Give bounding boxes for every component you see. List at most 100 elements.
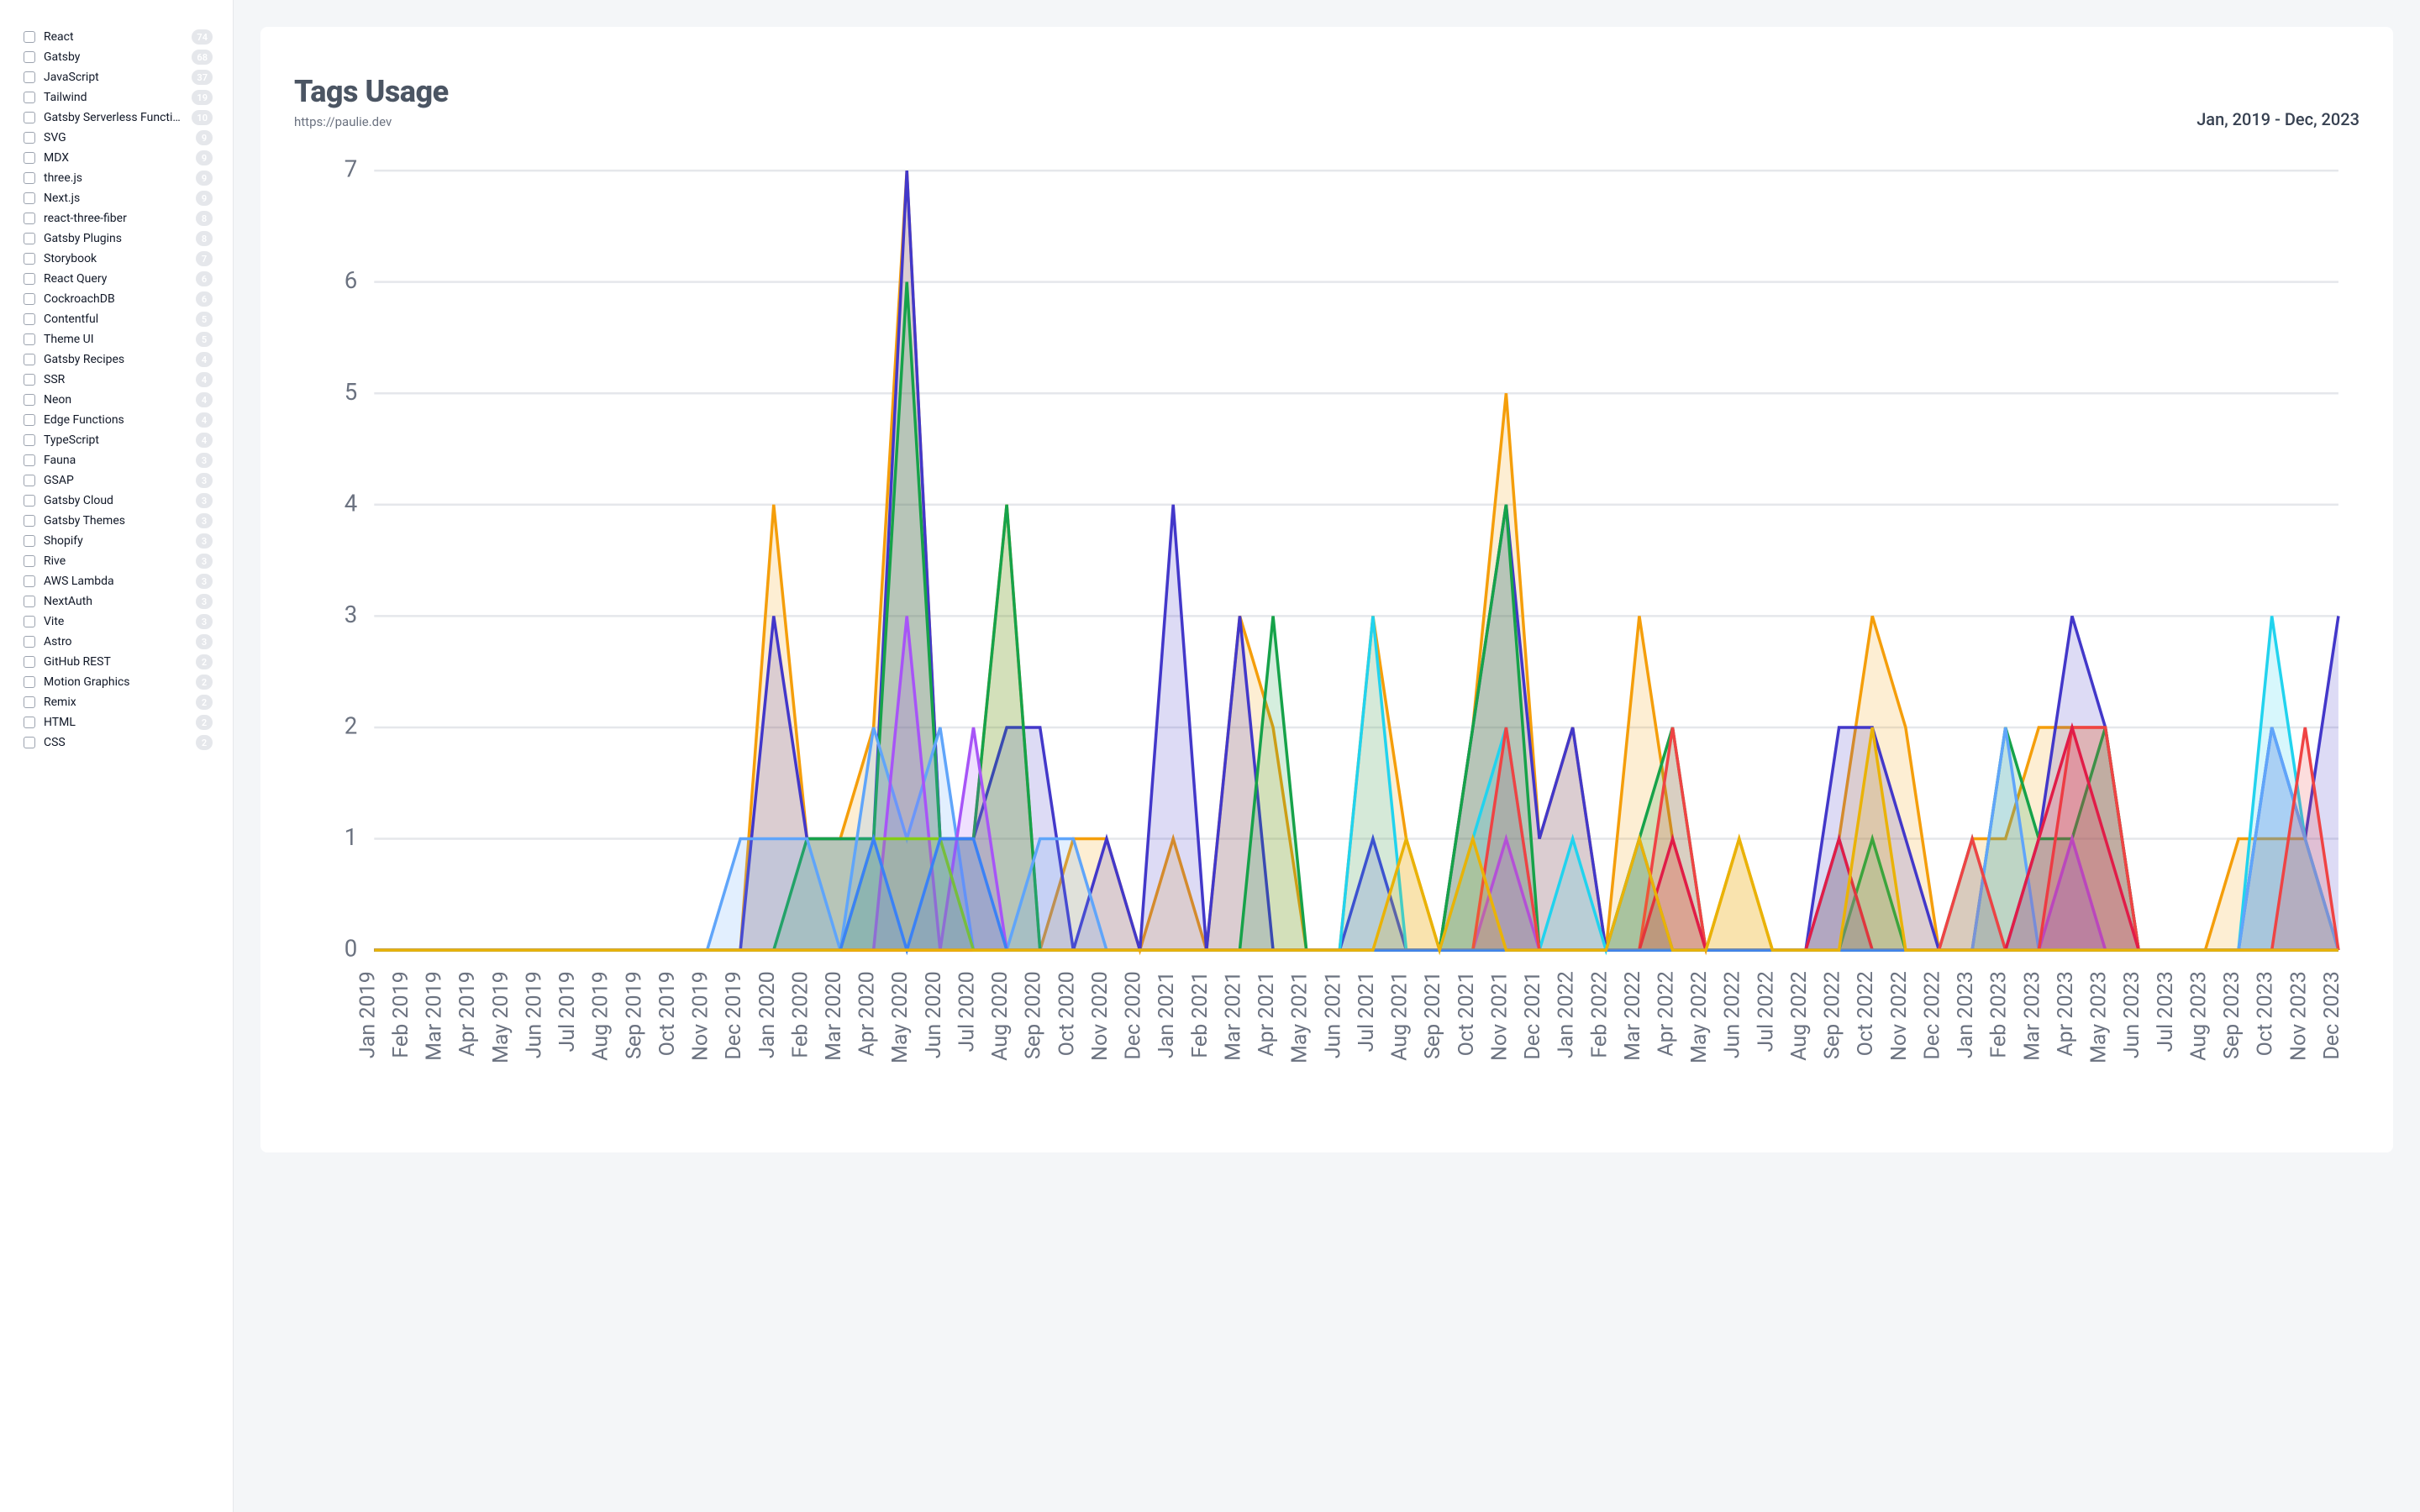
tag-label: Next.js (44, 192, 187, 205)
checkbox-icon[interactable] (24, 152, 35, 164)
tag-item[interactable]: Motion Graphics2 (24, 672, 213, 692)
checkbox-icon[interactable] (24, 394, 35, 406)
checkbox-icon[interactable] (24, 92, 35, 103)
checkbox-icon[interactable] (24, 696, 35, 708)
tag-label: CSS (44, 736, 187, 749)
svg-text:May 2019: May 2019 (489, 971, 513, 1063)
chart-date-range: Jan, 2019 - Dec, 2023 (2196, 109, 2360, 129)
tag-item[interactable]: HTML2 (24, 712, 213, 732)
svg-text:Aug 2021: Aug 2021 (1388, 971, 1413, 1061)
tag-count-badge: 3 (196, 634, 213, 649)
tag-item[interactable]: TypeScript4 (24, 430, 213, 450)
tag-item[interactable]: Fauna3 (24, 450, 213, 470)
tag-label: Contentful (44, 312, 187, 326)
tag-count-badge: 5 (196, 332, 213, 347)
tag-item[interactable]: GitHub REST2 (24, 652, 213, 672)
tag-item[interactable]: SSR4 (24, 370, 213, 390)
checkbox-icon[interactable] (24, 172, 35, 184)
svg-text:Jul 2020: Jul 2020 (955, 971, 979, 1052)
checkbox-icon[interactable] (24, 253, 35, 265)
tag-item[interactable]: Edge Functions4 (24, 410, 213, 430)
tag-item[interactable]: NextAuth3 (24, 591, 213, 612)
tag-item[interactable]: Gatsby Themes3 (24, 511, 213, 531)
tag-item[interactable]: CockroachDB6 (24, 289, 213, 309)
tags-usage-chart: 01234567Jan 2019Feb 2019Mar 2019Apr 2019… (294, 150, 2360, 1119)
checkbox-icon[interactable] (24, 213, 35, 224)
checkbox-icon[interactable] (24, 434, 35, 446)
checkbox-icon[interactable] (24, 132, 35, 144)
tag-item[interactable]: Theme UI5 (24, 329, 213, 349)
svg-text:Jun 2021: Jun 2021 (1321, 971, 1345, 1058)
checkbox-icon[interactable] (24, 31, 35, 43)
checkbox-icon[interactable] (24, 535, 35, 547)
checkbox-icon[interactable] (24, 233, 35, 244)
tag-label: GSAP (44, 474, 187, 487)
tag-label: Rive (44, 554, 187, 568)
tag-item[interactable]: Remix2 (24, 692, 213, 712)
checkbox-icon[interactable] (24, 51, 35, 63)
tag-item[interactable]: Rive3 (24, 551, 213, 571)
checkbox-icon[interactable] (24, 555, 35, 567)
svg-text:Sep 2022: Sep 2022 (1821, 971, 1845, 1059)
svg-text:Sep 2023: Sep 2023 (2220, 971, 2244, 1059)
tag-item[interactable]: MDX9 (24, 148, 213, 168)
chart-card: Tags Usage https://paulie.dev Jan, 2019 … (260, 27, 2393, 1152)
checkbox-icon[interactable] (24, 636, 35, 648)
checkbox-icon[interactable] (24, 112, 35, 123)
tag-item[interactable]: Gatsby Serverless Functions10 (24, 108, 213, 128)
checkbox-icon[interactable] (24, 676, 35, 688)
tag-item[interactable]: React74 (24, 27, 213, 47)
tag-label: Gatsby (44, 50, 183, 64)
tag-item[interactable]: react-three-fiber8 (24, 208, 213, 228)
checkbox-icon[interactable] (24, 313, 35, 325)
checkbox-icon[interactable] (24, 454, 35, 466)
tag-item[interactable]: Next.js9 (24, 188, 213, 208)
checkbox-icon[interactable] (24, 71, 35, 83)
tag-item[interactable]: Gatsby Recipes4 (24, 349, 213, 370)
checkbox-icon[interactable] (24, 374, 35, 386)
tag-item[interactable]: Storybook7 (24, 249, 213, 269)
tag-item[interactable]: AWS Lambda3 (24, 571, 213, 591)
tag-count-badge: 3 (196, 614, 213, 629)
tag-label: Shopify (44, 534, 187, 548)
checkbox-icon[interactable] (24, 192, 35, 204)
tag-item[interactable]: three.js9 (24, 168, 213, 188)
checkbox-icon[interactable] (24, 333, 35, 345)
checkbox-icon[interactable] (24, 616, 35, 627)
checkbox-icon[interactable] (24, 495, 35, 507)
tag-count-badge: 3 (196, 493, 213, 508)
checkbox-icon[interactable] (24, 575, 35, 587)
checkbox-icon[interactable] (24, 354, 35, 365)
chart-title: Tags Usage (294, 74, 449, 109)
tag-item[interactable]: Shopify3 (24, 531, 213, 551)
tag-count-badge: 4 (196, 372, 213, 387)
svg-text:Jul 2021: Jul 2021 (1355, 971, 1379, 1052)
checkbox-icon[interactable] (24, 414, 35, 426)
checkbox-icon[interactable] (24, 273, 35, 285)
tag-item[interactable]: JavaScript37 (24, 67, 213, 87)
tag-label: HTML (44, 716, 187, 729)
checkbox-icon[interactable] (24, 717, 35, 728)
checkbox-icon[interactable] (24, 656, 35, 668)
tag-count-badge: 74 (192, 29, 213, 45)
checkbox-icon[interactable] (24, 737, 35, 748)
checkbox-icon[interactable] (24, 475, 35, 486)
tag-item[interactable]: Neon4 (24, 390, 213, 410)
tag-item[interactable]: Tailwind19 (24, 87, 213, 108)
tag-item[interactable]: CSS2 (24, 732, 213, 753)
checkbox-icon[interactable] (24, 293, 35, 305)
checkbox-icon[interactable] (24, 515, 35, 527)
tag-item[interactable]: Astro3 (24, 632, 213, 652)
tag-item[interactable]: Gatsby Cloud3 (24, 491, 213, 511)
tag-item[interactable]: Contentful5 (24, 309, 213, 329)
tag-item[interactable]: SVG9 (24, 128, 213, 148)
tag-item[interactable]: GSAP3 (24, 470, 213, 491)
svg-text:Aug 2023: Aug 2023 (2186, 971, 2211, 1061)
tag-item[interactable]: Gatsby Plugins8 (24, 228, 213, 249)
tag-item[interactable]: Vite3 (24, 612, 213, 632)
tag-item[interactable]: React Query6 (24, 269, 213, 289)
tag-label: CockroachDB (44, 292, 187, 306)
checkbox-icon[interactable] (24, 596, 35, 607)
tag-item[interactable]: Gatsby68 (24, 47, 213, 67)
svg-text:Feb 2023: Feb 2023 (1987, 971, 2012, 1058)
